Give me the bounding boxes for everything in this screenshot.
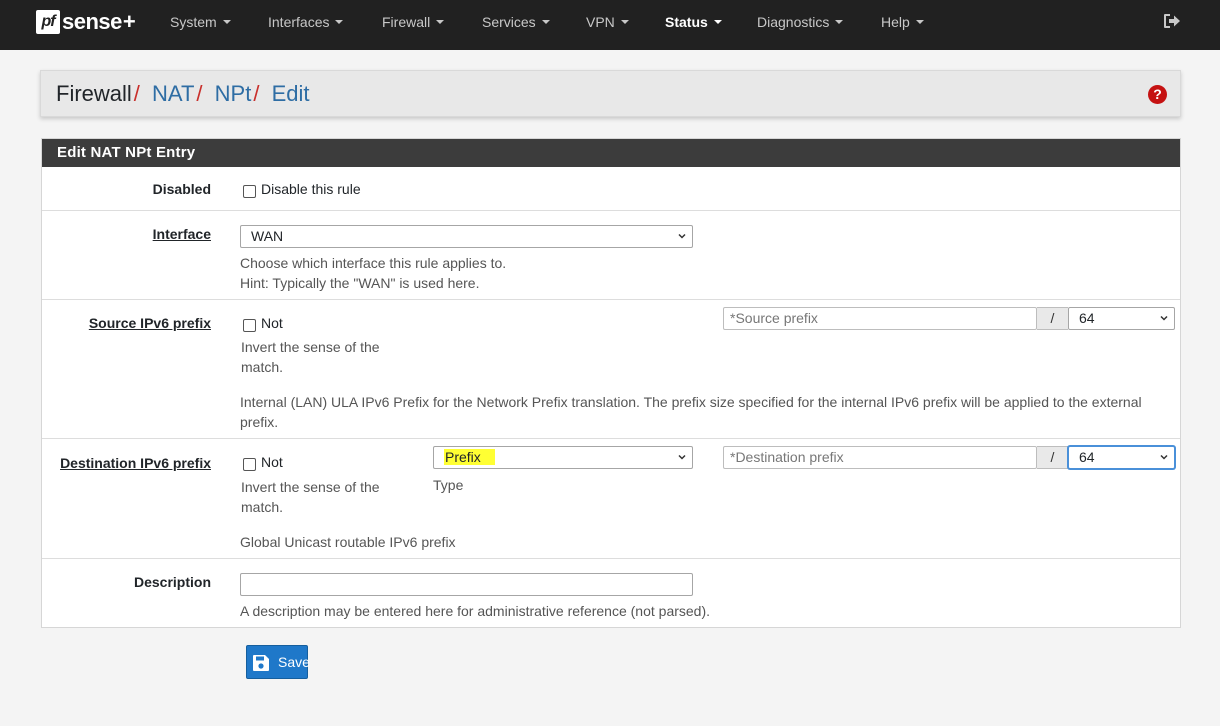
nav-diagnostics[interactable]: Diagnostics	[757, 0, 844, 50]
description-label: Description	[133, 574, 211, 590]
chevron-down-icon	[1160, 315, 1168, 321]
nav-interfaces[interactable]: Interfaces	[268, 0, 344, 50]
nav-help-label: Help	[881, 14, 910, 30]
logo-sense: sense	[62, 9, 122, 34]
destination-mask-value: 64	[1079, 449, 1095, 465]
interface-select[interactable]: WAN	[240, 225, 693, 248]
caret-down-icon	[835, 20, 844, 25]
source-prefix-label[interactable]: Source IPv6 prefix	[89, 315, 211, 331]
destination-prefix-row: Destination IPv6 prefix Not Invert the s…	[42, 439, 1180, 559]
description-input[interactable]	[240, 573, 693, 596]
interface-row: Interface WAN Choose which interface thi…	[42, 211, 1180, 300]
sign-out-icon[interactable]	[1163, 13, 1181, 29]
save-button-label: Save	[278, 654, 310, 670]
breadcrumb-edit-link[interactable]: Edit	[272, 81, 310, 106]
source-prefix-input[interactable]: *Source prefix	[723, 307, 1037, 330]
nav-system[interactable]: System	[170, 0, 231, 50]
source-not-label: Not	[261, 315, 283, 331]
breadcrumb-firewall: Firewall	[56, 81, 132, 106]
source-help-1: Internal (LAN) ULA IPv6 Prefix for the N…	[240, 394, 1142, 410]
logo-pf: pf	[36, 10, 60, 34]
nav-services-label: Services	[482, 14, 536, 30]
breadcrumb-separator: /	[253, 81, 260, 106]
destination-mask-select[interactable]: 64	[1068, 446, 1175, 469]
source-mask-select[interactable]: 64	[1068, 307, 1175, 330]
destination-type-value: Prefix	[444, 449, 495, 465]
breadcrumb-separator: /	[196, 81, 203, 106]
caret-down-icon	[436, 20, 445, 25]
caret-down-icon	[222, 20, 231, 25]
floppy-disk-icon	[253, 655, 269, 671]
interface-label[interactable]: Interface	[153, 226, 211, 242]
nav-help[interactable]: Help	[881, 0, 924, 50]
question-circle-icon[interactable]: ?	[1148, 85, 1167, 104]
destination-not-checkbox[interactable]	[243, 458, 256, 471]
description-row: Description A description may be entered…	[42, 559, 1180, 627]
source-help-2: prefix.	[240, 414, 279, 430]
nav-status-label: Status	[665, 14, 708, 30]
nav-status[interactable]: Status	[665, 0, 722, 50]
edit-npt-panel: Edit NAT NPt Entry Disabled Disable this…	[41, 138, 1181, 628]
breadcrumb-separator: /	[133, 81, 140, 106]
source-invert-help-2: match.	[241, 359, 284, 375]
breadcrumb-nat-link[interactable]: NAT	[152, 81, 194, 106]
caret-down-icon	[915, 20, 924, 25]
destination-prefix-label[interactable]: Destination IPv6 prefix	[60, 455, 211, 471]
destination-type-label: Type	[433, 477, 464, 493]
destination-help: Global Unicast routable IPv6 prefix	[240, 534, 456, 550]
destination-type-select[interactable]: Prefix	[433, 446, 693, 469]
destination-invert-help-1: Invert the sense of the	[241, 479, 380, 495]
panel-title: Edit NAT NPt Entry	[42, 139, 1180, 167]
description-help: A description may be entered here for ad…	[240, 603, 711, 619]
source-slash-addon: /	[1037, 307, 1068, 330]
disable-rule-checkbox[interactable]	[243, 185, 256, 198]
caret-down-icon	[335, 20, 344, 25]
caret-down-icon	[620, 20, 629, 25]
destination-slash-addon: /	[1037, 446, 1068, 469]
pfsense-logo[interactable]: pf sense +	[36, 9, 136, 35]
nav-interfaces-label: Interfaces	[268, 14, 330, 30]
nav-firewall-label: Firewall	[382, 14, 431, 30]
nav-system-label: System	[170, 14, 217, 30]
breadcrumb-npt-link[interactable]: NPt	[215, 81, 252, 106]
interface-select-value: WAN	[251, 228, 284, 244]
logo-plus: +	[122, 9, 136, 34]
chevron-down-icon	[678, 454, 686, 460]
caret-down-icon	[713, 20, 722, 25]
source-not-checkbox[interactable]	[243, 319, 256, 332]
disable-rule-checkbox-label: Disable this rule	[261, 181, 361, 197]
interface-help-2: Hint: Typically the "WAN" is used here.	[240, 275, 480, 291]
destination-invert-help-2: match.	[241, 499, 284, 515]
nav-diagnostics-label: Diagnostics	[757, 14, 830, 30]
breadcrumb: Firewall/ NAT/ NPt/ Edit ?	[40, 70, 1181, 117]
disabled-label: Disabled	[152, 181, 211, 197]
nav-firewall[interactable]: Firewall	[382, 0, 445, 50]
source-mask-value: 64	[1079, 310, 1095, 326]
source-invert-help-1: Invert the sense of the	[241, 339, 380, 355]
chevron-down-icon	[1160, 454, 1168, 460]
top-navbar: pf sense + System Interfaces Firewall Se…	[0, 0, 1220, 50]
nav-vpn-label: VPN	[586, 14, 615, 30]
nav-vpn[interactable]: VPN	[586, 0, 629, 50]
save-button[interactable]: Save	[246, 645, 310, 679]
destination-prefix-input[interactable]: *Destination prefix	[723, 446, 1037, 469]
chevron-down-icon	[678, 233, 686, 239]
nav-services[interactable]: Services	[482, 0, 550, 50]
interface-help-1: Choose which interface this rule applies…	[240, 255, 507, 271]
disabled-row: Disabled Disable this rule	[42, 167, 1180, 211]
destination-not-label: Not	[261, 454, 283, 470]
breadcrumb-trail: Firewall/ NAT/ NPt/ Edit	[56, 82, 310, 106]
caret-down-icon	[541, 20, 550, 25]
source-prefix-row: Source IPv6 prefix Not Invert the sense …	[42, 300, 1180, 439]
